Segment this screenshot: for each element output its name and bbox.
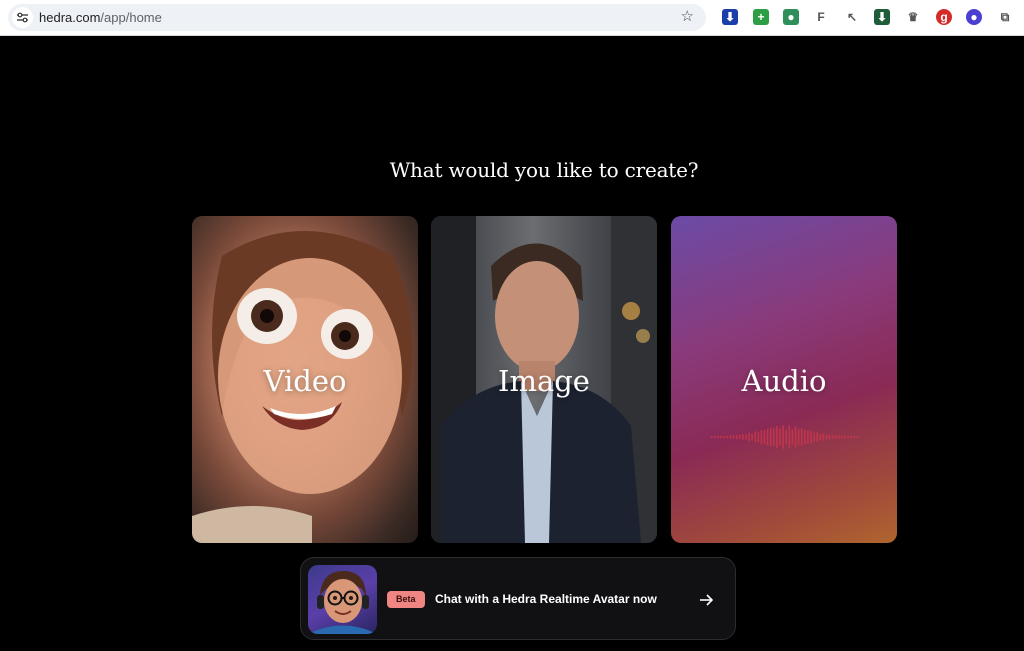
waveform-bar <box>717 435 719 439</box>
waveform-bar <box>847 435 849 439</box>
crown-extension-icon[interactable]: ♛ <box>905 9 921 25</box>
add-extension-icon[interactable]: + <box>753 9 769 25</box>
bookmark-star-icon[interactable]: ☆ <box>681 8 694 26</box>
arrow-down-extension-icon[interactable]: ⬇ <box>874 9 890 25</box>
audio-card[interactable]: Audio <box>671 216 897 543</box>
waveform-bar <box>773 428 775 446</box>
g-extension-icon[interactable]: g <box>936 9 952 25</box>
beta-badge: Beta <box>387 591 425 608</box>
waveform-bar <box>819 434 822 441</box>
avatar <box>308 565 377 634</box>
audio-card-label: Audio <box>741 364 827 398</box>
waveform-bar <box>828 434 831 440</box>
waveform-bar <box>751 433 753 441</box>
waveform-bar <box>804 429 806 445</box>
waveform-bar <box>807 430 809 444</box>
waveform-bar <box>816 432 818 442</box>
waveform-bar <box>714 435 716 439</box>
waveform-bar <box>844 435 846 439</box>
banner-text: Chat with a Hedra Realtime Avatar now <box>435 592 657 606</box>
waveform-bar <box>769 427 772 447</box>
waveform-bar <box>782 425 784 449</box>
bot-extension-icon[interactable]: ● <box>966 9 982 25</box>
waveform-bar <box>760 429 763 445</box>
image-card[interactable]: Image <box>431 216 657 543</box>
waveform-bar <box>813 432 815 442</box>
waveform-bar <box>776 426 778 448</box>
waveform-bar <box>800 428 803 446</box>
waveform-bar <box>779 428 781 446</box>
waveform-bar <box>850 435 853 439</box>
waveform-bar <box>838 435 840 439</box>
waveform-bar <box>794 426 797 448</box>
waveform-bar <box>810 430 812 444</box>
waveform-bar <box>785 429 787 445</box>
arrow-right-icon[interactable] <box>697 591 715 609</box>
waveform-bar <box>763 430 766 445</box>
address-bar[interactable]: hedra.com/app/home ☆ <box>8 4 706 31</box>
waveform-bar <box>788 425 791 449</box>
waveform-bar <box>757 432 760 442</box>
site-info-icon[interactable] <box>12 7 33 28</box>
waveform-bar <box>711 436 713 439</box>
picker-extension-icon[interactable]: ↖ <box>844 9 860 25</box>
page-title: What would you like to create? <box>389 158 699 182</box>
waveform-bar <box>791 429 794 445</box>
font-extension-icon[interactable]: F <box>813 9 829 25</box>
waveform-bar <box>748 432 750 442</box>
waveform-bar <box>835 435 837 439</box>
waveform-bar <box>735 434 738 440</box>
waveform-bar <box>825 434 828 440</box>
waveform-bar <box>766 428 769 446</box>
waveform-bar <box>729 435 732 439</box>
waveform-bar <box>831 435 834 439</box>
waveform-bar <box>822 433 825 441</box>
video-card-label: Video <box>263 364 347 398</box>
puzzle-extension-icon[interactable]: ⧉ <box>997 9 1013 25</box>
audio-waveform-icon <box>711 425 859 449</box>
video-card[interactable]: Video <box>192 216 418 543</box>
waveform-bar <box>738 434 741 440</box>
realtime-avatar-banner[interactable]: Beta Chat with a Hedra Realtime Avatar n… <box>300 557 736 640</box>
waveform-bar <box>720 435 722 439</box>
waveform-bar <box>726 435 729 439</box>
waveform-bar <box>853 435 856 438</box>
download-extension-icon[interactable]: ⬇ <box>722 9 738 25</box>
waveform-bar <box>745 434 747 440</box>
url-text[interactable]: hedra.com/app/home <box>39 10 162 25</box>
record-extension-icon[interactable]: ● <box>783 9 799 25</box>
waveform-bar <box>732 435 735 439</box>
waveform-bar <box>856 435 859 438</box>
browser-toolbar: hedra.com/app/home ☆ ⬇ + ● F ↖ ⬇ ♛ g ● ⧉ <box>0 0 1024 36</box>
waveform-bar <box>723 435 725 439</box>
image-card-label: Image <box>498 364 590 398</box>
waveform-bar <box>742 434 744 440</box>
waveform-bar <box>841 435 843 439</box>
waveform-bar <box>754 431 756 443</box>
waveform-bar <box>797 429 800 445</box>
